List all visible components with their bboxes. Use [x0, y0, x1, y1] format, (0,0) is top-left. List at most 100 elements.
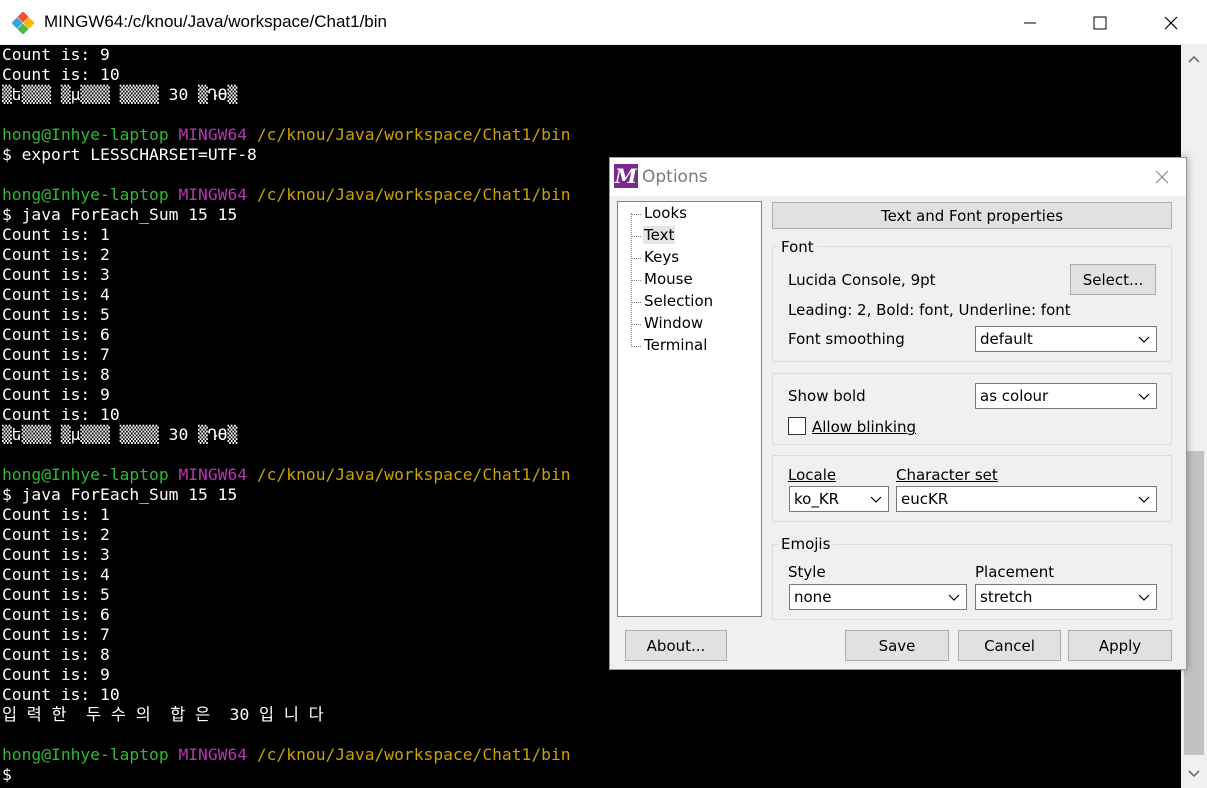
emoji-placement-select[interactable]: stretch: [975, 584, 1157, 610]
chevron-down-icon: [1138, 496, 1150, 503]
terminal-text: /c/knou/Java/workspace/Chat1/bin: [256, 745, 571, 764]
scroll-thumb[interactable]: [1184, 451, 1204, 755]
terminal-text: Count is: 4: [2, 285, 110, 304]
emojis-group-title: Emojis: [778, 535, 834, 553]
terminal-text: Count is: 10: [2, 685, 120, 704]
allow-blinking-text: Allow blinking: [812, 418, 917, 436]
terminal-text: Count is: 6: [2, 605, 110, 624]
window-titlebar: MINGW64:/c/knou/Java/workspace/Chat1/bin: [0, 0, 1207, 45]
character-set-value: eucKR: [901, 490, 949, 508]
terminal-text: 입 력 한 두 수 의 합 은 30 입 니 다: [2, 705, 324, 724]
chevron-up-icon: [1188, 55, 1200, 63]
font-name: Lucida Console, 9pt: [788, 271, 936, 289]
terminal-text: MINGW64: [178, 745, 257, 764]
terminal-text: Count is: 3: [2, 265, 110, 284]
terminal-line: ▒ե▒▒▒ ▒μ▒▒▒ ▒▒▒▒ 30 ▒Դϴ▒: [2, 85, 1181, 105]
terminal-text: Count is: 9: [2, 385, 110, 404]
font-details: Leading: 2, Bold: font, Underline: font: [788, 301, 1071, 319]
chevron-down-icon: [948, 594, 960, 601]
page-header: Text and Font properties: [772, 202, 1172, 229]
window-title: MINGW64:/c/knou/Java/workspace/Chat1/bin: [44, 12, 387, 31]
emoji-style-label: Style: [788, 563, 826, 581]
terminal-text: MINGW64: [178, 125, 257, 144]
emoji-style-select[interactable]: none: [789, 584, 967, 610]
about-label: About...: [646, 636, 706, 655]
terminal-text: hong@Inhye-laptop: [2, 745, 179, 764]
font-group-title: Font: [778, 238, 817, 256]
emoji-style-value: none: [794, 588, 832, 606]
close-icon: [1164, 16, 1178, 29]
mintty-icon: M: [614, 164, 638, 188]
terminal-text: MINGW64: [178, 465, 257, 484]
show-bold-select[interactable]: as colour: [975, 383, 1157, 409]
maximize-button[interactable]: [1065, 0, 1135, 45]
minimize-button[interactable]: [995, 0, 1065, 45]
emoji-placement-value: stretch: [980, 588, 1033, 606]
terminal-text: Count is: 9: [2, 665, 110, 684]
terminal-text: Count is: 4: [2, 565, 110, 584]
terminal-text: $ java ForEach_Sum 15 15: [2, 485, 238, 504]
chevron-down-icon: [1188, 770, 1200, 778]
locale-select[interactable]: ko_KR: [789, 486, 889, 512]
git-bash-icon: [12, 12, 34, 34]
maximize-icon: [1093, 16, 1107, 29]
allow-blinking-checkbox[interactable]: [788, 417, 806, 435]
terminal-text: ▒ե▒▒▒ ▒μ▒▒▒ ▒▒▒▒ 30 ▒Դϴ▒: [2, 85, 238, 104]
terminal-text: Count is: 7: [2, 345, 110, 364]
terminal-text: $: [2, 765, 12, 784]
terminal-text: MINGW64: [178, 185, 257, 204]
terminal-text: /c/knou/Java/workspace/Chat1/bin: [256, 125, 571, 144]
chevron-down-icon: [1138, 336, 1150, 343]
options-category-tree[interactable]: Looks Text Keys Mouse Selection Window T…: [617, 201, 762, 617]
locale-label: Locale: [788, 466, 837, 484]
terminal-text: Count is: 8: [2, 645, 110, 664]
terminal-text: $ export LESSCHARSET=UTF-8: [2, 145, 257, 164]
terminal-text: Count is: 1: [2, 225, 110, 244]
terminal-line: Count is: 9: [2, 45, 1181, 65]
save-button[interactable]: Save: [845, 630, 949, 661]
terminal-text: hong@Inhye-laptop: [2, 465, 179, 484]
terminal-text: Count is: 9: [2, 45, 110, 64]
terminal-text: ▒ե▒▒▒ ▒μ▒▒▒ ▒▒▒▒ 30 ▒Դϴ▒: [2, 425, 238, 444]
emoji-placement-label: Placement: [975, 563, 1055, 581]
show-bold-label: Show bold: [788, 387, 866, 405]
about-button[interactable]: About...: [625, 630, 727, 661]
chevron-down-icon: [1138, 594, 1150, 601]
allow-blinking-label[interactable]: Allow blinking: [812, 418, 916, 436]
terminal-text: $ java ForEach_Sum 15 15: [2, 205, 238, 224]
cancel-label: Cancel: [984, 636, 1035, 655]
show-bold-value: as colour: [980, 387, 1049, 405]
terminal-line: hong@Inhye-laptop MINGW64 /c/knou/Java/w…: [2, 745, 1181, 765]
dialog-close-button[interactable]: [1148, 164, 1176, 190]
font-smoothing-value: default: [980, 330, 1033, 348]
terminal-text: Count is: 5: [2, 585, 110, 604]
font-smoothing-label: Font smoothing: [788, 330, 905, 348]
terminal-text: hong@Inhye-laptop: [2, 185, 179, 204]
save-label: Save: [878, 636, 916, 655]
close-icon: [1155, 170, 1169, 184]
options-dialog: M Options Looks Text Keys Mouse Selectio…: [609, 157, 1187, 670]
terminal-line: $: [2, 765, 1181, 785]
character-set-label: Character set: [896, 466, 998, 484]
terminal-line: 입 력 한 두 수 의 합 은 30 입 니 다: [2, 705, 1181, 725]
cancel-button[interactable]: Cancel: [958, 630, 1061, 661]
scroll-down-button[interactable]: [1181, 760, 1207, 788]
apply-button[interactable]: Apply: [1068, 630, 1172, 661]
font-smoothing-select[interactable]: default: [975, 326, 1157, 352]
terminal-text: /c/knou/Java/workspace/Chat1/bin: [256, 185, 571, 204]
dialog-title: Options: [642, 167, 708, 187]
minimize-icon: [1024, 22, 1036, 23]
terminal-text: Count is: 2: [2, 525, 110, 544]
close-button[interactable]: [1136, 0, 1206, 45]
character-set-select[interactable]: eucKR: [896, 486, 1157, 512]
terminal-text: Count is: 6: [2, 325, 110, 344]
dialog-titlebar: M Options: [610, 158, 1186, 196]
scroll-up-button[interactable]: [1181, 45, 1207, 73]
terminal-text: Count is: 8: [2, 365, 110, 384]
select-font-button[interactable]: Select...: [1070, 264, 1156, 295]
chevron-down-icon: [870, 496, 882, 503]
terminal-text: Count is: 2: [2, 245, 110, 264]
chevron-down-icon: [1138, 393, 1150, 400]
